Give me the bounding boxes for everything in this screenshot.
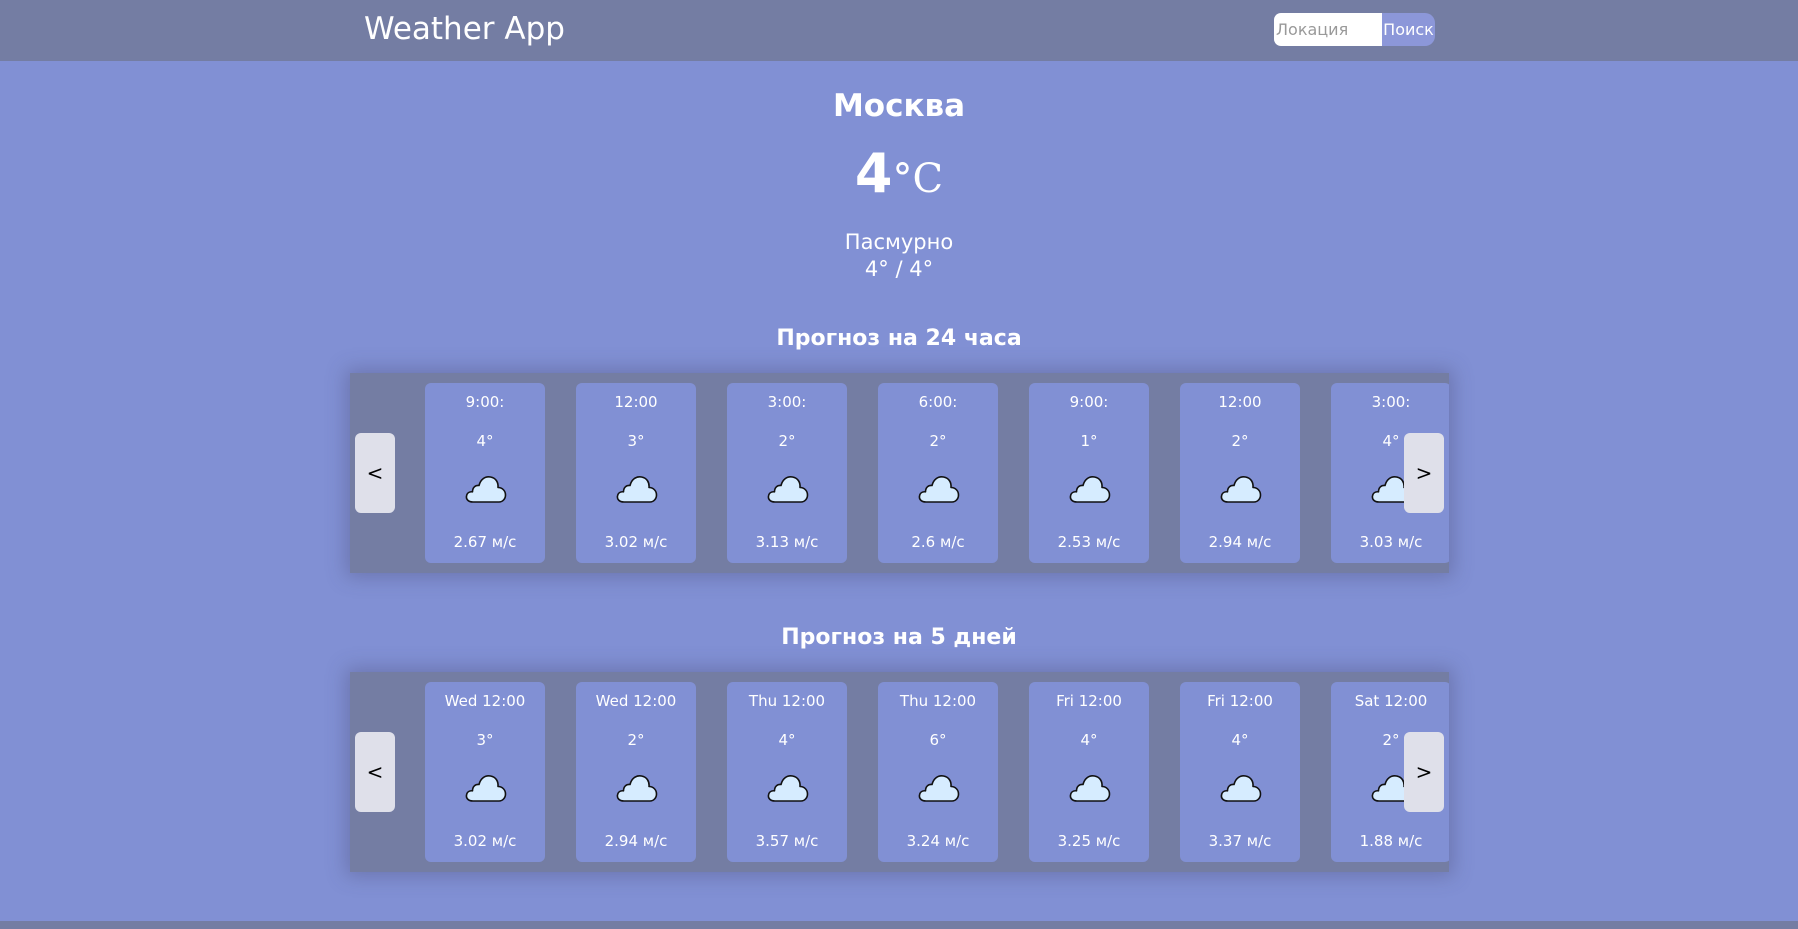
cloud-icon: [1069, 772, 1111, 804]
forecast-wind-speed: 3.57 м/с: [755, 832, 819, 850]
forecast-time: 12:00: [1218, 393, 1262, 411]
cloud-icon: [616, 772, 658, 804]
cloud-icon: [465, 772, 507, 804]
forecast-wind-speed: 3.02 м/с: [453, 832, 517, 850]
forecast-time: Wed 12:00: [595, 692, 677, 710]
forecast-temperature: 3°: [476, 731, 494, 749]
temperature-min-max: 4° / 4°: [864, 257, 934, 281]
daily-forecast-card: Wed 12:00 2° 2.94 м/с: [576, 682, 696, 862]
hourly-prev-button[interactable]: <: [355, 433, 395, 513]
weather-description: Пасмурно: [844, 230, 954, 254]
cloud-icon: [918, 473, 960, 505]
forecast-wind-speed: 2.94 м/с: [1208, 533, 1272, 551]
forecast-wind-speed: 2.67 м/с: [453, 533, 517, 551]
forecast-time: Thu 12:00: [748, 692, 826, 710]
app-title: Weather App: [364, 11, 565, 47]
city-name: Москва: [832, 88, 966, 124]
forecast-temperature: 4°: [778, 731, 796, 749]
forecast-time: 6:00:: [918, 393, 958, 411]
forecast-temperature: 4°: [1231, 731, 1249, 749]
forecast-wind-speed: 2.94 м/с: [604, 832, 668, 850]
forecast-wind-speed: 1.88 м/с: [1359, 832, 1423, 850]
forecast-time: Sat 12:00: [1354, 692, 1428, 710]
forecast-wind-speed: 2.6 м/с: [911, 533, 965, 551]
hourly-forecast-card: 9:00: 4° 2.67 м/с: [425, 383, 545, 563]
temperature-unit: °C: [892, 156, 944, 202]
forecast-time: Fri 12:00: [1056, 692, 1122, 710]
forecast-temperature: 2°: [778, 432, 796, 450]
forecast-time: 9:00:: [465, 393, 505, 411]
hourly-forecast-card: 9:00: 1° 2.53 м/с: [1029, 383, 1149, 563]
hourly-forecast-card: 6:00: 2° 2.6 м/с: [878, 383, 998, 563]
forecast-temperature: 2°: [929, 432, 947, 450]
location-search-input[interactable]: [1274, 13, 1382, 46]
daily-forecast-card: Fri 12:00 4° 3.25 м/с: [1029, 682, 1149, 862]
daily-forecast-card: Thu 12:00 6° 3.24 м/с: [878, 682, 998, 862]
forecast-wind-speed: 2.53 м/с: [1057, 533, 1121, 551]
forecast-temperature: 4°: [1080, 731, 1098, 749]
forecast-wind-speed: 3.02 м/с: [604, 533, 668, 551]
daily-forecast-card: Fri 12:00 4° 3.37 м/с: [1180, 682, 1300, 862]
hourly-forecast-card: 12:00 3° 3.02 м/с: [576, 383, 696, 563]
forecast-wind-speed: 3.37 м/с: [1208, 832, 1272, 850]
hourly-forecast-carousel: 9:00: 4° 2.67 м/с 12:00 3° 3.02 м/с 3:00: 2° 3.1…: [350, 373, 1449, 573]
app-header: Weather App Поиск: [0, 0, 1798, 61]
forecast-temperature: 2°: [627, 731, 645, 749]
hourly-forecast-title: Прогноз на 24 часа: [776, 326, 1022, 351]
search-button[interactable]: Поиск: [1382, 13, 1435, 46]
forecast-time: 9:00:: [1069, 393, 1109, 411]
daily-next-button[interactable]: >: [1404, 732, 1444, 812]
forecast-time: 12:00: [614, 393, 658, 411]
current-temperature: 4°C: [0, 142, 1798, 219]
hourly-next-button[interactable]: >: [1404, 433, 1444, 513]
forecast-wind-speed: 3.03 м/с: [1359, 533, 1423, 551]
hourly-forecast-card: 3:00: 2° 3.13 м/с: [727, 383, 847, 563]
forecast-time: 3:00:: [1371, 393, 1411, 411]
daily-prev-button[interactable]: <: [355, 732, 395, 812]
daily-forecast-title: Прогноз на 5 дней: [781, 625, 1017, 650]
forecast-temperature: 3°: [627, 432, 645, 450]
forecast-wind-speed: 3.24 м/с: [906, 832, 970, 850]
temperature-value: 4: [854, 142, 893, 205]
forecast-wind-speed: 3.25 м/с: [1057, 832, 1121, 850]
cloud-icon: [616, 473, 658, 505]
cloud-icon: [918, 772, 960, 804]
forecast-time: 3:00:: [767, 393, 807, 411]
hourly-forecast-card: 12:00 2° 2.94 м/с: [1180, 383, 1300, 563]
cloud-icon: [1069, 473, 1111, 505]
cloud-icon: [767, 473, 809, 505]
footer-bar: [0, 921, 1798, 929]
daily-forecast-card: Thu 12:00 4° 3.57 м/с: [727, 682, 847, 862]
forecast-temperature: 1°: [1080, 432, 1098, 450]
forecast-time: Wed 12:00: [444, 692, 526, 710]
daily-forecast-card: Wed 12:00 3° 3.02 м/с: [425, 682, 545, 862]
forecast-wind-speed: 3.13 м/с: [755, 533, 819, 551]
cloud-icon: [1220, 772, 1262, 804]
forecast-temperature: 4°: [476, 432, 494, 450]
daily-forecast-carousel: Wed 12:00 3° 3.02 м/с Wed 12:00 2° 2.94 м/с Th…: [350, 672, 1449, 872]
forecast-time: Fri 12:00: [1207, 692, 1273, 710]
forecast-time: Thu 12:00: [899, 692, 977, 710]
cloud-icon: [1220, 473, 1262, 505]
forecast-temperature: 2°: [1231, 432, 1249, 450]
cloud-icon: [465, 473, 507, 505]
forecast-temperature: 6°: [929, 731, 947, 749]
cloud-icon: [767, 772, 809, 804]
